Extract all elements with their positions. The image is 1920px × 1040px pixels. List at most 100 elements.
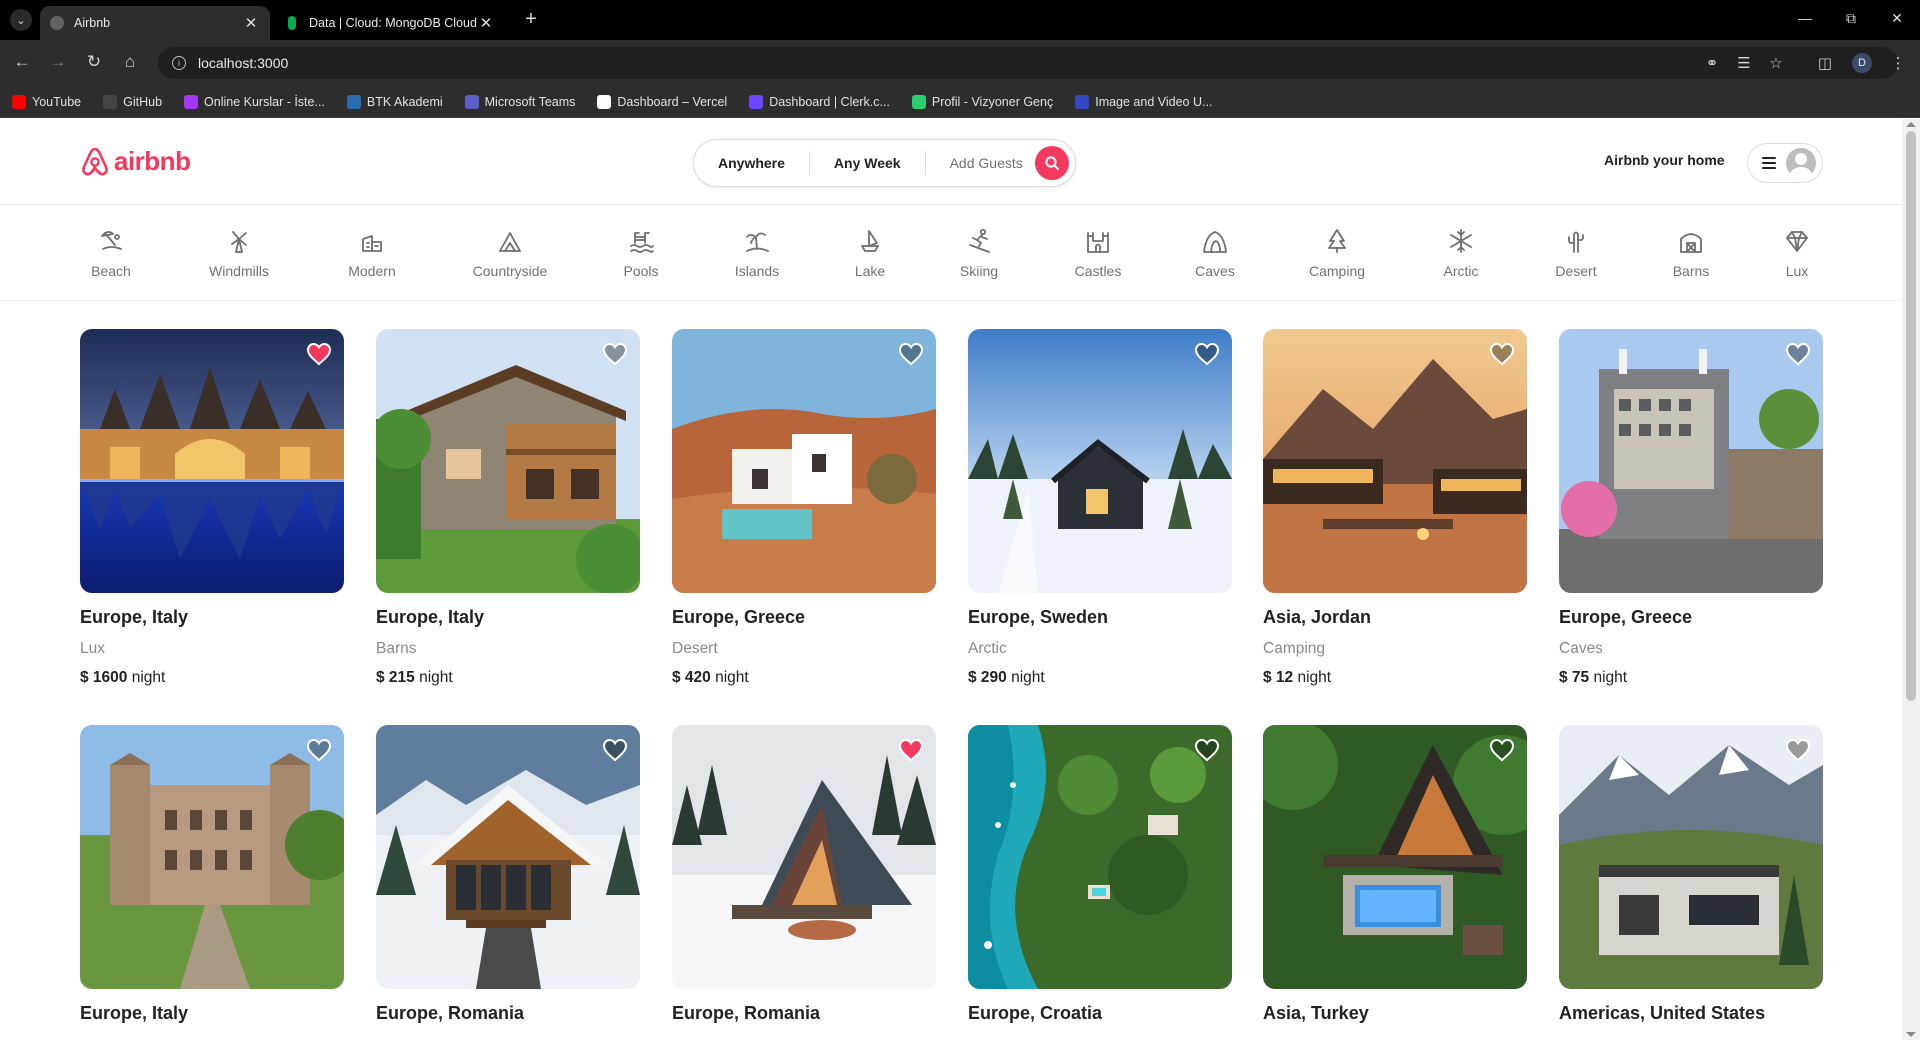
listing-price: $ 12 night bbox=[1263, 669, 1527, 687]
listing-image[interactable] bbox=[968, 725, 1232, 989]
bookmark-item[interactable]: Dashboard | Clerk.c... bbox=[749, 94, 890, 109]
page-scrollbar[interactable] bbox=[1902, 119, 1920, 1040]
listing-card[interactable]: Europe, Sweden Arctic $ 290 night bbox=[968, 329, 1232, 687]
listing-card[interactable]: Americas, United States bbox=[1559, 725, 1823, 1024]
close-tab-icon[interactable]: ✕ bbox=[242, 14, 260, 32]
listing-card[interactable]: Europe, Greece Desert $ 420 night bbox=[672, 329, 936, 687]
listing-image[interactable] bbox=[968, 329, 1232, 593]
listing-image[interactable] bbox=[672, 329, 936, 593]
category-pools[interactable]: Pools bbox=[591, 205, 691, 301]
bookmark-star-icon[interactable]: ☆ bbox=[1766, 54, 1786, 72]
tab-search-icon[interactable]: ⌄ bbox=[10, 9, 32, 31]
favorite-heart-icon[interactable] bbox=[306, 737, 332, 763]
bookmark-item[interactable]: Profil - Vizyoner Genç bbox=[911, 94, 1053, 109]
favorite-heart-icon[interactable] bbox=[602, 737, 628, 763]
category-lux[interactable]: Lux bbox=[1747, 205, 1847, 301]
listing-image[interactable] bbox=[672, 725, 936, 989]
category-beach[interactable]: Beach bbox=[61, 205, 161, 301]
category-modern[interactable]: Modern bbox=[322, 205, 422, 301]
category-barns[interactable]: Barns bbox=[1641, 205, 1741, 301]
address-toolbar: ← → ↻ ⌂ i localhost:3000 ⚭ ☰ ☆ ◫ D ⋮ bbox=[0, 40, 1920, 86]
listing-image[interactable] bbox=[80, 725, 344, 989]
category-islands[interactable]: Islands bbox=[707, 205, 807, 301]
bookmark-item[interactable]: BTK Akademi bbox=[346, 94, 443, 109]
browser-menu-icon[interactable]: ⋮ bbox=[1888, 54, 1908, 72]
favorite-heart-icon[interactable] bbox=[1194, 737, 1220, 763]
listing-image[interactable] bbox=[80, 329, 344, 593]
bookmark-item[interactable]: Online Kurslar - İste... bbox=[184, 94, 325, 109]
password-key-icon[interactable]: ⚭ bbox=[1702, 54, 1722, 72]
category-countryside[interactable]: Countryside bbox=[460, 205, 560, 301]
home-icon[interactable]: ⌂ bbox=[119, 52, 141, 72]
tab-airbnb[interactable]: Airbnb ✕ bbox=[40, 6, 270, 40]
favorite-heart-icon[interactable] bbox=[306, 341, 332, 367]
favorite-heart-icon[interactable] bbox=[1489, 341, 1515, 367]
search-when[interactable]: Any Week bbox=[810, 155, 925, 171]
address-bar[interactable]: i localhost:3000 bbox=[158, 47, 1898, 79]
listing-image[interactable] bbox=[376, 329, 640, 593]
bookmark-item[interactable]: Dashboard – Vercel bbox=[597, 94, 727, 109]
airbnb-your-home-link[interactable]: Airbnb your home bbox=[1604, 152, 1725, 168]
user-menu-button[interactable] bbox=[1747, 143, 1823, 183]
bookmark-item[interactable]: YouTube bbox=[12, 94, 82, 109]
listing-image[interactable] bbox=[1559, 329, 1823, 593]
side-panel-icon[interactable]: ◫ bbox=[1815, 54, 1835, 72]
search-where[interactable]: Anywhere bbox=[694, 155, 809, 171]
listing-card[interactable]: Europe, Romania bbox=[672, 725, 936, 1024]
forward-icon[interactable]: → bbox=[47, 52, 69, 72]
category-desert[interactable]: Desert bbox=[1526, 205, 1626, 301]
listing-image[interactable] bbox=[376, 725, 640, 989]
bookmark-item[interactable]: GitHub bbox=[103, 94, 162, 109]
close-window-icon[interactable]: ✕ bbox=[1887, 10, 1907, 27]
back-icon[interactable]: ← bbox=[11, 52, 33, 72]
category-skiing[interactable]: Skiing bbox=[929, 205, 1029, 301]
listing-location: Europe, Italy bbox=[80, 1003, 189, 1023]
bookmark-item[interactable]: Microsoft Teams bbox=[464, 94, 575, 109]
airbnb-page: airbnb Anywhere Any Week Add Guests Airb… bbox=[0, 119, 1902, 1040]
scroll-thumb[interactable] bbox=[1906, 131, 1916, 701]
airbnb-logo[interactable]: airbnb bbox=[80, 145, 191, 177]
profile-avatar[interactable]: D bbox=[1852, 53, 1872, 73]
favorite-heart-icon[interactable] bbox=[1489, 737, 1515, 763]
favorite-heart-icon[interactable] bbox=[1194, 341, 1220, 367]
search-bar[interactable]: Anywhere Any Week Add Guests bbox=[693, 139, 1076, 187]
price-amount: $ 215 bbox=[376, 669, 415, 686]
category-caves[interactable]: Caves bbox=[1165, 205, 1265, 301]
scroll-up-arrow[interactable] bbox=[1906, 122, 1916, 127]
category-lake[interactable]: Lake bbox=[820, 205, 920, 301]
reload-icon[interactable]: ↻ bbox=[83, 52, 105, 72]
listing-card[interactable]: Europe, Italy bbox=[80, 725, 344, 1024]
site-info-icon[interactable]: i bbox=[172, 56, 186, 70]
bookmark-label: YouTube bbox=[32, 94, 82, 109]
listing-image[interactable] bbox=[1263, 725, 1527, 989]
favorite-heart-icon[interactable] bbox=[898, 341, 924, 367]
category-camping[interactable]: Camping bbox=[1287, 205, 1387, 301]
translate-icon[interactable]: ☰ bbox=[1734, 54, 1754, 72]
listing-card[interactable]: Europe, Italy Barns $ 215 night bbox=[376, 329, 640, 687]
listing-card[interactable]: Asia, Turkey bbox=[1263, 725, 1527, 1024]
scroll-down-arrow[interactable] bbox=[1906, 1032, 1916, 1037]
favorite-heart-icon[interactable] bbox=[1785, 341, 1811, 367]
tab-mongodb[interactable]: Data | Cloud: MongoDB Cloud ✕ bbox=[275, 6, 505, 40]
listing-image[interactable] bbox=[1263, 329, 1527, 593]
favorite-heart-icon[interactable] bbox=[898, 737, 924, 763]
close-tab-icon[interactable]: ✕ bbox=[477, 14, 495, 32]
minimize-icon[interactable]: — bbox=[1795, 10, 1815, 26]
restore-icon[interactable]: ⧉ bbox=[1841, 10, 1861, 27]
listing-card[interactable]: Europe, Croatia bbox=[968, 725, 1232, 1024]
category-windmills[interactable]: Windmills bbox=[189, 205, 289, 301]
listing-card[interactable]: Europe, Italy Lux $ 1600 night bbox=[80, 329, 344, 687]
listing-card[interactable]: Asia, Jordan Camping $ 12 night bbox=[1263, 329, 1527, 687]
price-unit: night bbox=[1593, 669, 1628, 686]
favorite-heart-icon[interactable] bbox=[602, 341, 628, 367]
favorite-heart-icon[interactable] bbox=[1785, 737, 1811, 763]
listing-card[interactable]: Europe, Greece Caves $ 75 night bbox=[1559, 329, 1823, 687]
bookmark-item[interactable]: Image and Video U... bbox=[1075, 94, 1212, 109]
listing-image[interactable] bbox=[1559, 725, 1823, 989]
listing-card[interactable]: Europe, Romania bbox=[376, 725, 640, 1024]
new-tab-icon[interactable]: + bbox=[520, 8, 542, 31]
category-castles[interactable]: Castles bbox=[1048, 205, 1148, 301]
search-button[interactable] bbox=[1034, 146, 1069, 180]
category-arctic[interactable]: Arctic bbox=[1411, 205, 1511, 301]
search-guests[interactable]: Add Guests bbox=[926, 155, 1035, 171]
